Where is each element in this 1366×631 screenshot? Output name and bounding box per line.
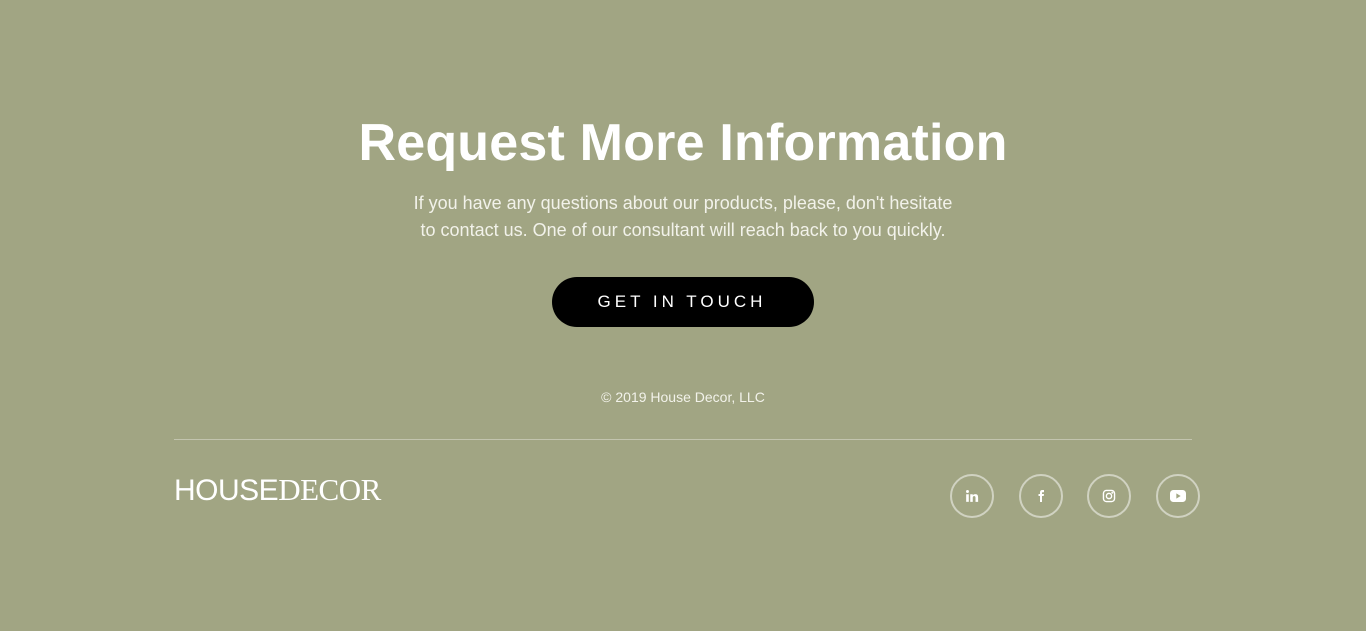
- instagram-link[interactable]: [1087, 474, 1131, 518]
- instagram-icon: [1102, 489, 1116, 503]
- facebook-link[interactable]: [1018, 474, 1063, 518]
- youtube-link[interactable]: [1155, 474, 1200, 518]
- logo-text-house: HOUSE: [174, 474, 279, 507]
- house-decor-logo[interactable]: HOUSE DECOR: [174, 472, 381, 507]
- facebook-icon: [1035, 489, 1047, 503]
- section-title: Request More Information: [358, 114, 1008, 172]
- youtube-icon: [1169, 490, 1186, 502]
- section-description: If you have any questions about our prod…: [383, 190, 983, 244]
- linkedin-icon: [965, 489, 979, 503]
- description-line-1: If you have any questions about our prod…: [413, 193, 953, 213]
- logo-text-decor: DECOR: [278, 472, 381, 507]
- linkedin-link[interactable]: [950, 474, 994, 518]
- footer-divider: [174, 439, 1192, 440]
- copyright-text: © 2019 House Decor, LLC: [601, 389, 765, 405]
- social-links: [950, 474, 1200, 518]
- description-line-2: to contact us. One of our consultant wil…: [420, 220, 946, 240]
- get-in-touch-button[interactable]: GET IN TOUCH: [552, 277, 814, 327]
